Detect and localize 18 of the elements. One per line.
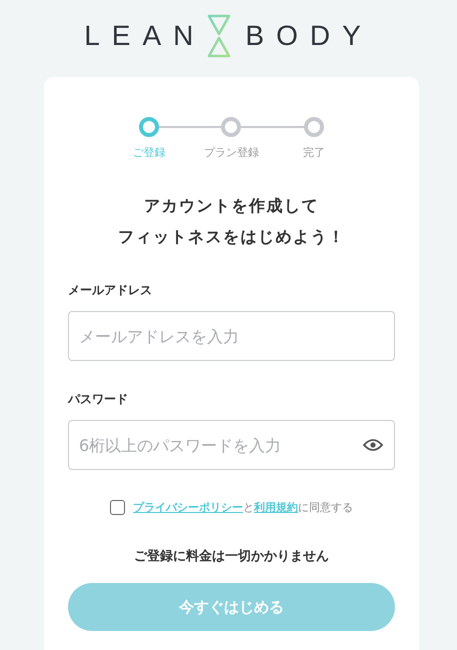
hourglass-icon xyxy=(207,14,232,58)
email-field[interactable]: メールアドレスを入力 xyxy=(68,311,395,361)
password-field[interactable]: 6桁以上のパスワードを入力 xyxy=(68,420,395,470)
logo-text: BODY xyxy=(245,22,373,50)
terms-link[interactable]: 利用規約 xyxy=(254,501,298,514)
field-label: パスワード xyxy=(68,391,129,408)
free-note: ご登録に料金は一切かかりません xyxy=(133,548,330,565)
terms-link[interactable]: プライバシーポリシー xyxy=(133,501,243,514)
logo-text: LEAN xyxy=(84,22,206,50)
field-label: メールアドレス xyxy=(68,282,153,299)
step-label: 完了 xyxy=(302,145,325,160)
eye-icon[interactable] xyxy=(363,438,383,452)
consent-checkbox[interactable] xyxy=(110,500,125,515)
step-label: ご登録 xyxy=(132,145,166,160)
consent-text: プライバシーポリシー と利用規約に同意する xyxy=(133,500,353,515)
step-label: プラン登録 xyxy=(204,145,259,160)
heading-text: フィットネスをはじめよう！ xyxy=(116,226,346,248)
heading-text: アカウントを作成して xyxy=(143,195,320,217)
